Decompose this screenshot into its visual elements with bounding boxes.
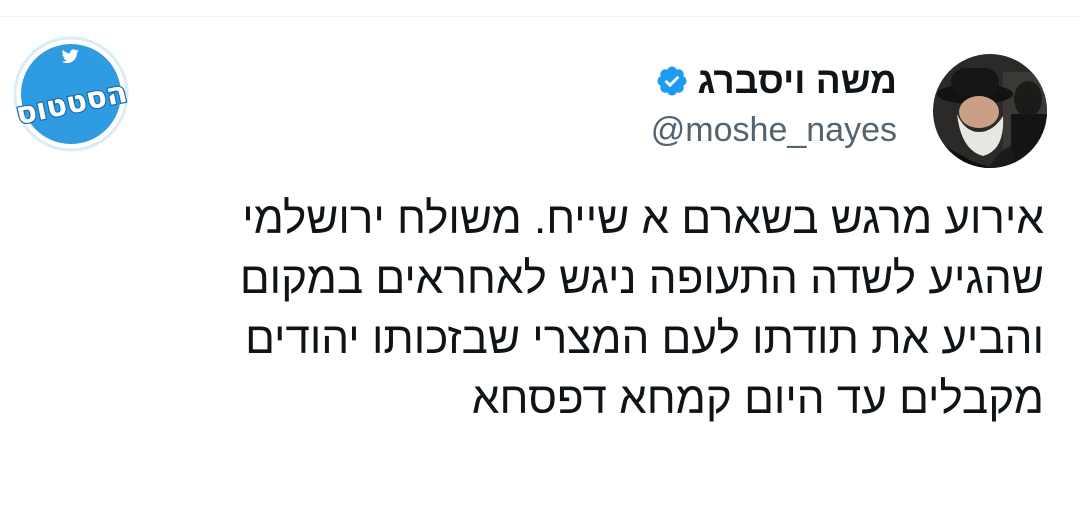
author-handle[interactable]: @moshe_nayes bbox=[651, 111, 897, 150]
display-name[interactable]: משה ויסברג bbox=[697, 60, 897, 102]
tweet-text-line: אירוע מרגש בשארם א שייח. משולח ירושלמי bbox=[242, 194, 1044, 243]
tweet-card[interactable]: הסטטוס משה ויסברג @moshe_nayes אירוע מרג… bbox=[0, 17, 1080, 526]
tweet-text-line: והביע את תודתו לעם המצרי שבזכותו יהודים bbox=[245, 314, 1044, 363]
tweet-text: אירוע מרגש בשארם א שייח. משולח ירושלמי ש… bbox=[84, 189, 1044, 429]
tweet-text-line: שהגיע לשדה התעופה ניגש לאחראים במקום bbox=[239, 254, 1044, 303]
tweet-text-line: מקבלים עד היום קמחא דפסחא bbox=[471, 374, 1044, 423]
name-row: משה ויסברג bbox=[651, 57, 897, 105]
watermark-logo: הסטטוס bbox=[12, 35, 131, 153]
verified-badge-icon bbox=[655, 64, 689, 98]
author-block: משה ויסברג @moshe_nayes bbox=[651, 57, 897, 150]
avatar[interactable] bbox=[933, 54, 1047, 168]
